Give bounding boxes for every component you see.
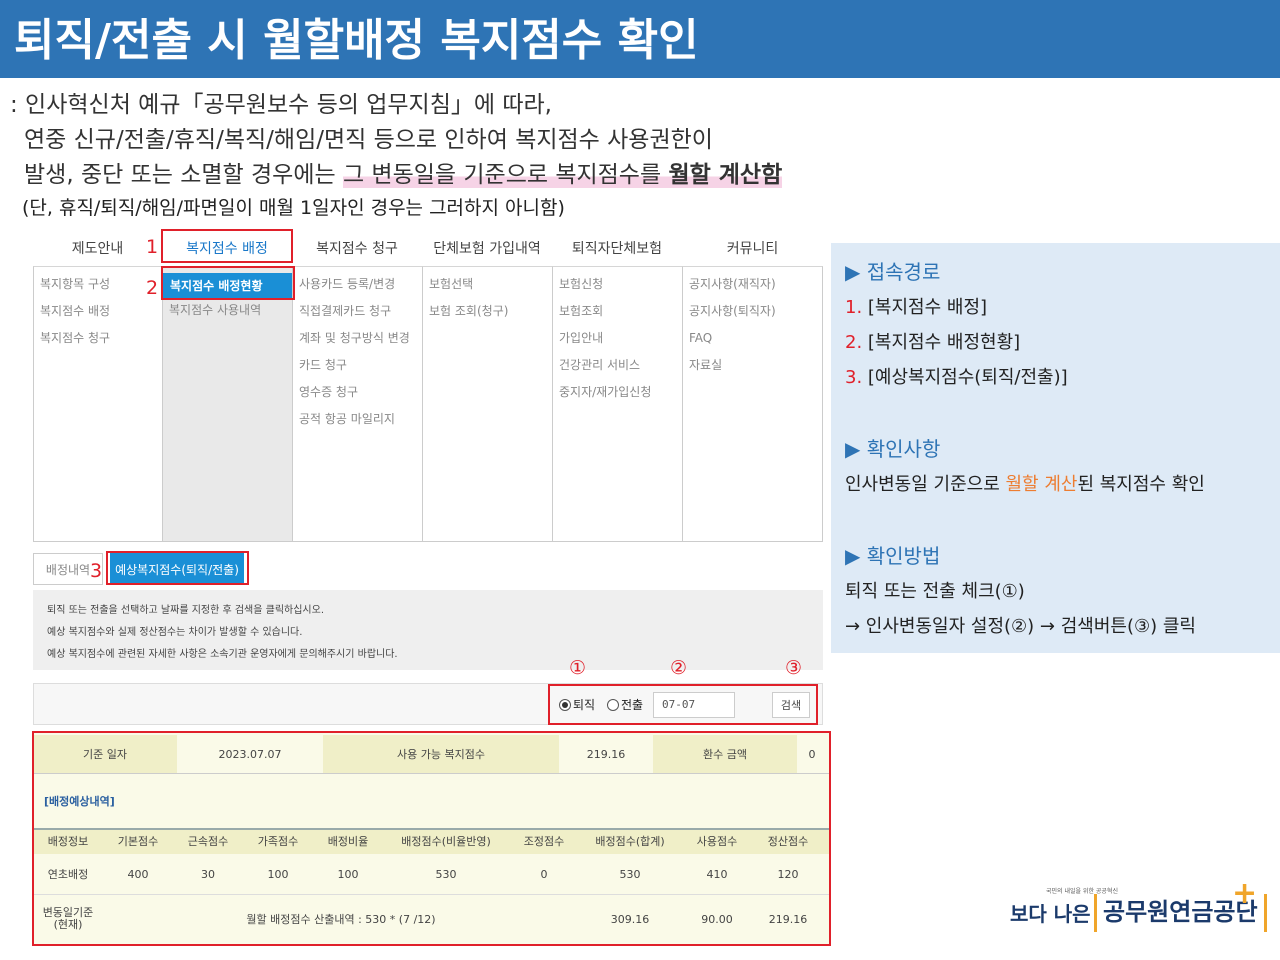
- path-num: 3.: [845, 367, 863, 388]
- notice-box: 퇴직 또는 전출을 선택하고 날짜를 지정한 후 검색을 클릭하십시오. 예상 …: [33, 590, 823, 670]
- menu-head-group-insurance[interactable]: 단체보험 가입내역: [422, 230, 552, 266]
- side-method-2: → 인사변동일자 설정(②) → 검색버튼(③) 클릭: [845, 616, 1196, 637]
- notice-line: 예상 복지점수와 실제 정산점수는 차이가 발생할 수 있습니다.: [47, 627, 303, 638]
- menu-item[interactable]: FAQ: [683, 327, 822, 354]
- intro-line-3: 발생, 중단 또는 소멸할 경우에는 그 변동일을 기준으로 복지점수를 월할 …: [10, 158, 840, 193]
- intro-line-3b: 그 변동일을 기준으로 복지점수를: [342, 162, 669, 188]
- menu-item[interactable]: 사용카드 등록/변경: [293, 273, 422, 300]
- menu-col-guide: 복지항목 구성 복지점수 배정 복지점수 청구: [33, 266, 162, 541]
- menu-col-group-insurance: 보험선택 보험 조회(청구): [422, 266, 552, 541]
- side-path-3: 3. [예상복지점수(퇴직/전출)]: [845, 363, 1280, 398]
- side-path-1: 1. [복지점수 배정]: [845, 293, 1280, 328]
- menu-head-claim[interactable]: 복지점수 청구: [292, 230, 422, 266]
- side-method-1: 퇴직 또는 전출 체크(①): [845, 581, 1025, 602]
- highlight-box-1: [161, 229, 293, 263]
- menu-item[interactable]: 가입안내: [553, 327, 682, 354]
- menu-item[interactable]: 중지자/재가입신청: [553, 381, 682, 408]
- marker-3: 3: [90, 560, 103, 582]
- menu-item[interactable]: 직접결제카드 청구: [293, 300, 422, 327]
- intro-line-2: 연중 신규/전출/휴직/복직/해임/면직 등으로 인하여 복지점수 사용권한이: [24, 127, 713, 153]
- notice-line: 예상 복지점수에 관련된 자세한 사항은 소속기관 운영자에게 문의해주시기 바…: [47, 649, 398, 660]
- menu-item[interactable]: 공지사항(재직자): [683, 273, 822, 300]
- menu-col-allocation: 복지점수 배정현황 복지점수 사용내역: [162, 266, 294, 541]
- path-text: [복지점수 배정]: [862, 297, 988, 318]
- menu-item[interactable]: 계좌 및 청구방식 변경: [293, 327, 422, 354]
- menu-item[interactable]: 영수증 청구: [293, 381, 422, 408]
- intro-line-4: (단, 휴직/퇴직/해임/파면일이 매월 1일자인 경우는 그러하지 아니함): [22, 197, 565, 219]
- highlight-box-result: [32, 731, 831, 946]
- side-check-text: 인사변동일 기준으로 월할 계산된 복지점수 확인: [845, 470, 1280, 505]
- org-logo: 국민의 내일을 위한 공공혁신 보다 나은 공무원연금공단 +: [1010, 876, 1270, 944]
- menu-col-retiree-insurance: 보험신청 보험조회 가입안내 건강관리 서비스 중지자/재가입신청: [552, 266, 682, 541]
- menu-item[interactable]: 복지점수 사용내역: [163, 299, 292, 326]
- highlight-box-search: [548, 684, 818, 725]
- side-heading-method: ▶ 확인방법: [845, 544, 941, 568]
- intro-line-1: : 인사혁신처 예규「공무원보수 등의 업무지침」에 따라,: [10, 92, 552, 118]
- menu-item[interactable]: 건강관리 서비스: [553, 354, 682, 381]
- menu-item[interactable]: 보험선택: [423, 273, 552, 300]
- side-heading-path: ▶ 접속경로: [845, 260, 941, 284]
- menu-item[interactable]: 공적 항공 마일리지: [293, 408, 422, 435]
- intro-highlight: 그 변동일을 기준으로 복지점수를 월할 계산함: [342, 162, 783, 188]
- side-panel: ▶ 접속경로 1. [복지점수 배정] 2. [복지점수 배정현황] 3. [예…: [831, 243, 1280, 653]
- logo-slogan: 보다 나은: [1010, 902, 1091, 926]
- plus-icon: +: [1232, 876, 1258, 911]
- menu-item[interactable]: 공지사항(퇴직자): [683, 300, 822, 327]
- menu-item[interactable]: 복지항목 구성: [34, 273, 162, 300]
- side-heading-check: ▶ 확인사항: [845, 437, 941, 461]
- marker-circle-2: ②: [670, 657, 688, 679]
- side-path-2: 2. [복지점수 배정현황]: [845, 328, 1280, 363]
- intro-line-3a: 발생, 중단 또는 소멸할 경우에는: [24, 162, 343, 188]
- menu-head-retiree-insurance[interactable]: 퇴직자단체보험: [552, 230, 682, 266]
- highlight-box-2: [161, 266, 295, 300]
- marker-2: 2: [146, 277, 159, 299]
- check-text-b: 월할 계산: [1005, 474, 1078, 495]
- menu-item[interactable]: 보험 조회(청구): [423, 300, 552, 327]
- intro-line-3c: 월할 계산함: [668, 162, 783, 188]
- path-num: 2.: [845, 332, 863, 353]
- menu-item[interactable]: 복지점수 배정: [34, 300, 162, 327]
- intro-text: : 인사혁신처 예규「공무원보수 등의 업무지침」에 따라, 연중 신규/전출/…: [10, 88, 840, 223]
- marker-circle-3: ③: [785, 657, 803, 679]
- menu-head-guide[interactable]: 제도안내: [33, 230, 162, 266]
- check-text-c: 된 복지점수 확인: [1077, 474, 1205, 495]
- menu-col-claim: 사용카드 등록/변경 직접결제카드 청구 계좌 및 청구방식 변경 카드 청구 …: [292, 266, 422, 541]
- marker-1: 1: [146, 236, 159, 258]
- marker-circle-1: ①: [569, 657, 587, 679]
- menu-item[interactable]: 보험조회: [553, 300, 682, 327]
- notice-line: 퇴직 또는 전출을 선택하고 날짜를 지정한 후 검색을 클릭하십시오.: [47, 605, 325, 616]
- check-text-a: 인사변동일 기준으로: [845, 474, 1006, 495]
- menu-item[interactable]: 자료실: [683, 354, 822, 381]
- menu-head-community[interactable]: 커뮤니티: [682, 230, 823, 266]
- path-num: 1.: [845, 297, 863, 318]
- path-text: [복지점수 배정현황]: [862, 332, 1021, 353]
- menu-item[interactable]: 보험신청: [553, 273, 682, 300]
- menu-item[interactable]: 카드 청구: [293, 354, 422, 381]
- highlight-box-3: [106, 551, 249, 585]
- page-title: 퇴직/전출 시 월할배정 복지점수 확인: [0, 0, 1280, 78]
- menu-col-community: 공지사항(재직자) 공지사항(퇴직자) FAQ 자료실: [682, 266, 823, 541]
- menu-item[interactable]: 복지점수 청구: [34, 327, 162, 354]
- path-text: [예상복지점수(퇴직/전출)]: [862, 367, 1068, 388]
